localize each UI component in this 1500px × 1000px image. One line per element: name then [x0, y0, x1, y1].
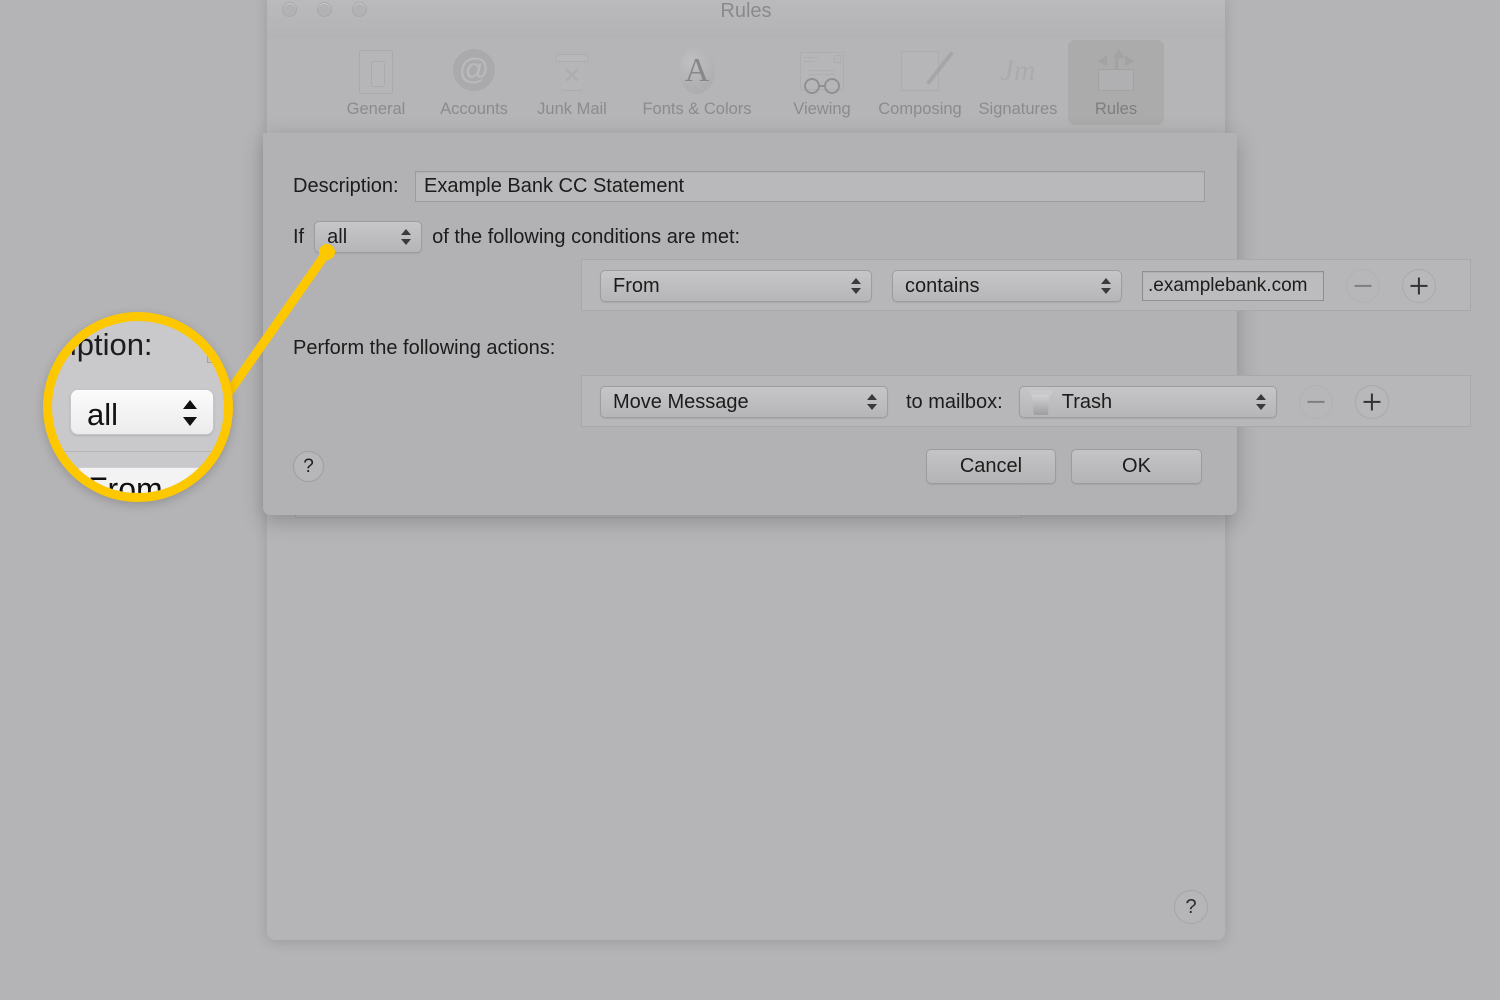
toolbar-label-junk-mail: Junk Mail	[537, 100, 607, 118]
match-type-select[interactable]: all	[314, 221, 423, 253]
toolbar-item-general[interactable]: General	[328, 40, 424, 125]
actions-group: Move Message to mailbox: Trash	[581, 375, 1471, 427]
chevron-updown-icon	[400, 227, 412, 247]
magnified-description-field	[207, 329, 224, 363]
rule-editor-dialog: Description: Example Bank CC Statement I…	[263, 133, 1471, 515]
add-action-button[interactable]	[1354, 385, 1389, 419]
match-type-value: all	[327, 225, 348, 248]
perform-actions-label: Perform the following actions:	[293, 337, 556, 359]
toolbar-label-rules: Rules	[1094, 100, 1138, 118]
action-type-value: Move Message	[613, 390, 749, 413]
chevron-updown-icon	[850, 276, 862, 296]
ok-button[interactable]: OK	[1071, 449, 1202, 484]
toolbar-label-fonts-colors: Fonts & Colors	[642, 100, 752, 118]
remove-condition-button[interactable]	[1346, 269, 1380, 303]
toolbar-item-fonts-colors[interactable]: A Fonts & Colors	[622, 40, 772, 125]
dialog-help-button[interactable]: ?	[293, 451, 324, 482]
eyeglasses-icon	[796, 46, 848, 98]
magnified-divider	[52, 451, 224, 452]
pencil-paper-icon	[894, 46, 954, 98]
mailbox-value: Trash	[1061, 390, 1113, 413]
description-row: Description: Example Bank CC Statement	[293, 171, 1205, 202]
general-switch-icon	[350, 46, 402, 98]
condition-field-value: From	[613, 274, 660, 297]
chevron-updown-icon	[1100, 276, 1112, 296]
window-help-button[interactable]: ?	[1174, 890, 1208, 924]
magnified-match-type-value: all	[87, 397, 119, 432]
toolbar-label-accounts: Accounts	[440, 100, 508, 118]
add-condition-button[interactable]	[1402, 269, 1436, 303]
if-condition-row: If all of the following conditions are m…	[293, 221, 740, 253]
if-prefix-label: If	[293, 225, 305, 248]
condition-operator-select[interactable]: contains	[892, 270, 1122, 302]
condition-field-select[interactable]: From	[600, 270, 872, 302]
screen: Rules General @ Accounts ✕ Junk Mail A F…	[0, 0, 1500, 1000]
toolbar-label-general: General	[346, 100, 406, 118]
preferences-toolbar: General @ Accounts ✕ Junk Mail A Fonts &…	[267, 38, 1225, 125]
at-sign-icon: @	[448, 46, 500, 98]
action-type-select[interactable]: Move Message	[600, 386, 888, 418]
junk-trash-icon: ✕	[546, 46, 598, 98]
if-suffix-label: of the following conditions are met:	[432, 225, 741, 248]
window-title: Rules	[720, 0, 772, 22]
magnifier-callout: cription: all From	[43, 312, 233, 502]
toolbar-item-composing[interactable]: Composing	[872, 40, 968, 125]
chevron-updown-icon	[183, 400, 197, 426]
toolbar-label-composing: Composing	[878, 100, 962, 118]
magnified-description-label: cription:	[44, 327, 153, 362]
cancel-button[interactable]: Cancel	[926, 449, 1056, 484]
to-mailbox-label: to mailbox:	[906, 390, 1003, 413]
toolbar-item-accounts[interactable]: @ Accounts	[426, 40, 522, 125]
toolbar-item-rules[interactable]: Rules	[1068, 40, 1164, 125]
magnified-match-type-select: all	[70, 389, 214, 435]
description-input[interactable]: Example Bank CC Statement	[415, 171, 1205, 202]
condition-value-input[interactable]: .examplebank.com	[1142, 271, 1324, 301]
signature-icon: Jm	[1000, 54, 1036, 87]
font-a-icon: A	[671, 46, 723, 98]
toolbar-label-viewing: Viewing	[793, 100, 851, 118]
magnified-from-value: From	[88, 471, 163, 502]
toolbar-item-junk-mail[interactable]: ✕ Junk Mail	[524, 40, 620, 125]
rules-envelope-icon	[1090, 46, 1142, 98]
toolbar-item-signatures[interactable]: Jm Signatures	[970, 40, 1066, 125]
chevron-updown-icon	[1255, 392, 1267, 412]
trash-can-icon	[1029, 389, 1052, 415]
remove-action-button[interactable]	[1298, 385, 1333, 419]
condition-operator-value: contains	[905, 274, 980, 297]
chevron-updown-icon	[866, 392, 878, 412]
description-label: Description:	[293, 175, 399, 197]
toolbar-item-viewing[interactable]: Viewing	[774, 40, 870, 125]
toolbar-label-signatures: Signatures	[978, 100, 1058, 118]
mailbox-select[interactable]: Trash	[1018, 386, 1277, 418]
window-titlebar: Rules	[267, 0, 1225, 38]
conditions-group: From contains .examplebank.com	[581, 259, 1471, 311]
